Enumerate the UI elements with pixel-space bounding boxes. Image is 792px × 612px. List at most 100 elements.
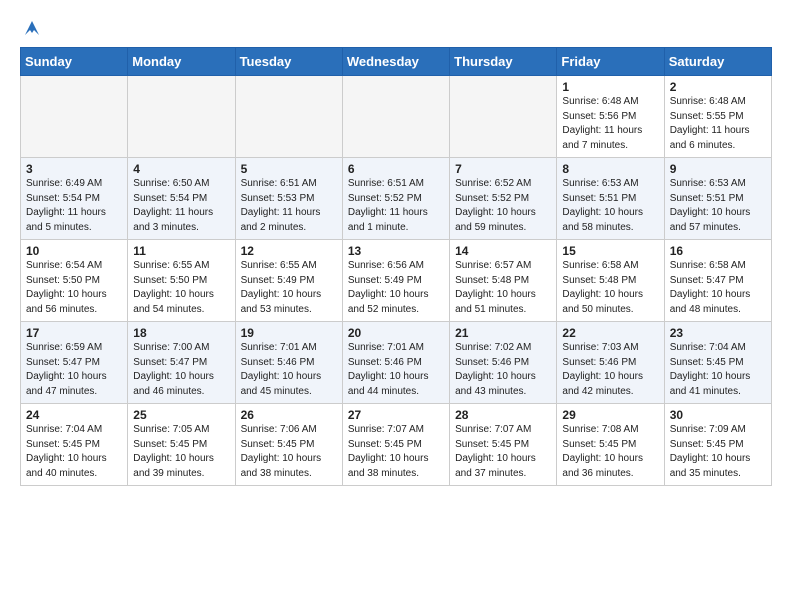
day-info: Sunrise: 7:08 AM Sunset: 5:45 PM Dayligh… [562,423,658,481]
day-number: 19 [241,326,337,340]
calendar-cell [450,76,557,158]
calendar-cell: 29Sunrise: 7:08 AM Sunset: 5:45 PM Dayli… [557,404,664,486]
day-number: 28 [455,408,551,422]
calendar-cell: 2Sunrise: 6:48 AM Sunset: 5:55 PM Daylig… [664,76,771,158]
day-number: 15 [562,244,658,258]
weekday-header-row: SundayMondayTuesdayWednesdayThursdayFrid… [21,48,772,76]
calendar-cell: 20Sunrise: 7:01 AM Sunset: 5:46 PM Dayli… [342,322,449,404]
day-number: 30 [670,408,766,422]
day-number: 26 [241,408,337,422]
weekday-header-saturday: Saturday [664,48,771,76]
calendar-cell: 22Sunrise: 7:03 AM Sunset: 5:46 PM Dayli… [557,322,664,404]
day-number: 6 [348,162,444,176]
calendar-cell [21,76,128,158]
calendar-cell: 4Sunrise: 6:50 AM Sunset: 5:54 PM Daylig… [128,158,235,240]
calendar-cell: 14Sunrise: 6:57 AM Sunset: 5:48 PM Dayli… [450,240,557,322]
calendar-cell: 6Sunrise: 6:51 AM Sunset: 5:52 PM Daylig… [342,158,449,240]
calendar-cell: 23Sunrise: 7:04 AM Sunset: 5:45 PM Dayli… [664,322,771,404]
day-info: Sunrise: 7:05 AM Sunset: 5:45 PM Dayligh… [133,423,229,481]
calendar-cell: 10Sunrise: 6:54 AM Sunset: 5:50 PM Dayli… [21,240,128,322]
day-number: 5 [241,162,337,176]
day-info: Sunrise: 7:01 AM Sunset: 5:46 PM Dayligh… [241,341,337,399]
day-number: 22 [562,326,658,340]
day-number: 23 [670,326,766,340]
weekday-header-thursday: Thursday [450,48,557,76]
day-info: Sunrise: 6:53 AM Sunset: 5:51 PM Dayligh… [670,177,766,235]
day-info: Sunrise: 7:02 AM Sunset: 5:46 PM Dayligh… [455,341,551,399]
day-number: 13 [348,244,444,258]
weekday-header-tuesday: Tuesday [235,48,342,76]
day-number: 3 [26,162,122,176]
calendar-cell: 12Sunrise: 6:55 AM Sunset: 5:49 PM Dayli… [235,240,342,322]
logo-area [20,16,43,39]
calendar-table: SundayMondayTuesdayWednesdayThursdayFrid… [20,47,772,486]
day-info: Sunrise: 6:49 AM Sunset: 5:54 PM Dayligh… [26,177,122,235]
day-info: Sunrise: 6:51 AM Sunset: 5:53 PM Dayligh… [241,177,337,235]
day-number: 24 [26,408,122,422]
day-number: 12 [241,244,337,258]
calendar-cell: 15Sunrise: 6:58 AM Sunset: 5:48 PM Dayli… [557,240,664,322]
calendar-cell: 11Sunrise: 6:55 AM Sunset: 5:50 PM Dayli… [128,240,235,322]
calendar-week-1: 1Sunrise: 6:48 AM Sunset: 5:56 PM Daylig… [21,76,772,158]
day-number: 14 [455,244,551,258]
calendar-cell: 17Sunrise: 6:59 AM Sunset: 5:47 PM Dayli… [21,322,128,404]
day-info: Sunrise: 6:55 AM Sunset: 5:49 PM Dayligh… [241,259,337,317]
calendar-cell: 3Sunrise: 6:49 AM Sunset: 5:54 PM Daylig… [21,158,128,240]
day-info: Sunrise: 6:54 AM Sunset: 5:50 PM Dayligh… [26,259,122,317]
calendar-week-4: 17Sunrise: 6:59 AM Sunset: 5:47 PM Dayli… [21,322,772,404]
day-number: 11 [133,244,229,258]
calendar-cell: 26Sunrise: 7:06 AM Sunset: 5:45 PM Dayli… [235,404,342,486]
day-number: 16 [670,244,766,258]
day-number: 7 [455,162,551,176]
day-info: Sunrise: 7:01 AM Sunset: 5:46 PM Dayligh… [348,341,444,399]
calendar-cell [235,76,342,158]
day-number: 21 [455,326,551,340]
day-info: Sunrise: 6:58 AM Sunset: 5:48 PM Dayligh… [562,259,658,317]
day-info: Sunrise: 7:04 AM Sunset: 5:45 PM Dayligh… [26,423,122,481]
weekday-header-friday: Friday [557,48,664,76]
calendar-cell: 9Sunrise: 6:53 AM Sunset: 5:51 PM Daylig… [664,158,771,240]
header [20,16,772,39]
day-number: 29 [562,408,658,422]
calendar-cell: 30Sunrise: 7:09 AM Sunset: 5:45 PM Dayli… [664,404,771,486]
day-number: 20 [348,326,444,340]
day-number: 4 [133,162,229,176]
logo-blue-text [20,14,43,39]
calendar-cell [128,76,235,158]
day-number: 17 [26,326,122,340]
day-number: 25 [133,408,229,422]
day-number: 2 [670,80,766,94]
day-info: Sunrise: 7:07 AM Sunset: 5:45 PM Dayligh… [455,423,551,481]
weekday-header-wednesday: Wednesday [342,48,449,76]
day-info: Sunrise: 6:55 AM Sunset: 5:50 PM Dayligh… [133,259,229,317]
day-number: 8 [562,162,658,176]
day-info: Sunrise: 6:59 AM Sunset: 5:47 PM Dayligh… [26,341,122,399]
calendar-cell: 7Sunrise: 6:52 AM Sunset: 5:52 PM Daylig… [450,158,557,240]
calendar-cell: 18Sunrise: 7:00 AM Sunset: 5:47 PM Dayli… [128,322,235,404]
day-number: 9 [670,162,766,176]
day-info: Sunrise: 7:04 AM Sunset: 5:45 PM Dayligh… [670,341,766,399]
calendar-cell: 28Sunrise: 7:07 AM Sunset: 5:45 PM Dayli… [450,404,557,486]
weekday-header-monday: Monday [128,48,235,76]
day-info: Sunrise: 6:56 AM Sunset: 5:49 PM Dayligh… [348,259,444,317]
day-info: Sunrise: 6:53 AM Sunset: 5:51 PM Dayligh… [562,177,658,235]
day-number: 27 [348,408,444,422]
day-info: Sunrise: 6:51 AM Sunset: 5:52 PM Dayligh… [348,177,444,235]
day-info: Sunrise: 6:48 AM Sunset: 5:56 PM Dayligh… [562,95,658,153]
calendar-cell: 13Sunrise: 6:56 AM Sunset: 5:49 PM Dayli… [342,240,449,322]
day-number: 1 [562,80,658,94]
day-info: Sunrise: 6:57 AM Sunset: 5:48 PM Dayligh… [455,259,551,317]
day-number: 10 [26,244,122,258]
calendar-cell: 19Sunrise: 7:01 AM Sunset: 5:46 PM Dayli… [235,322,342,404]
calendar-cell: 21Sunrise: 7:02 AM Sunset: 5:46 PM Dayli… [450,322,557,404]
day-info: Sunrise: 7:07 AM Sunset: 5:45 PM Dayligh… [348,423,444,481]
day-info: Sunrise: 6:50 AM Sunset: 5:54 PM Dayligh… [133,177,229,235]
calendar-cell: 8Sunrise: 6:53 AM Sunset: 5:51 PM Daylig… [557,158,664,240]
calendar-week-3: 10Sunrise: 6:54 AM Sunset: 5:50 PM Dayli… [21,240,772,322]
calendar-week-5: 24Sunrise: 7:04 AM Sunset: 5:45 PM Dayli… [21,404,772,486]
day-info: Sunrise: 7:03 AM Sunset: 5:46 PM Dayligh… [562,341,658,399]
calendar-cell: 1Sunrise: 6:48 AM Sunset: 5:56 PM Daylig… [557,76,664,158]
calendar-cell: 5Sunrise: 6:51 AM Sunset: 5:53 PM Daylig… [235,158,342,240]
day-info: Sunrise: 6:52 AM Sunset: 5:52 PM Dayligh… [455,177,551,235]
day-info: Sunrise: 6:58 AM Sunset: 5:47 PM Dayligh… [670,259,766,317]
